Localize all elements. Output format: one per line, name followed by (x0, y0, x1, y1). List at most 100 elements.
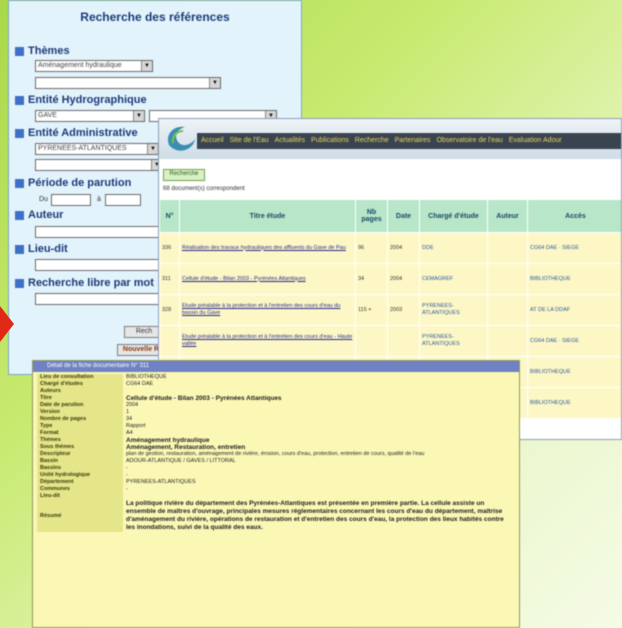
themes-subselect[interactable]: ▼ (35, 77, 221, 89)
column-header: Nb pages (355, 199, 388, 233)
detail-value: - (123, 472, 515, 479)
nav-item[interactable]: Site de l'Eau (230, 137, 269, 144)
table-row[interactable]: 336 Réalisation des travaux hydrauliques … (159, 232, 621, 264)
detail-key: Bassin (37, 458, 123, 465)
section-bullet-icon (15, 46, 24, 56)
cell-acces: CG64 DAE · SIEGE (527, 325, 621, 357)
detail-row: Version 1 (37, 409, 515, 416)
themes-select[interactable]: Aménagement hydraulique ▼ (35, 60, 153, 72)
detail-key: Descripteur (37, 451, 123, 458)
cell-acces: BIBLIOTHEQUE (527, 356, 621, 388)
periode-from-input[interactable] (51, 194, 91, 206)
cell-title[interactable]: Cellule d'étude - Bilan 2003 - Pyrénées … (179, 263, 356, 295)
cell-charge: PYRENEES-ATLANTIQUES (419, 294, 488, 326)
cell-num: 336 (159, 232, 180, 264)
periode-to-input[interactable] (105, 194, 141, 206)
nav-item[interactable]: Actualités (275, 137, 305, 144)
cell-acces: CG64 DAE · SIEGE (527, 232, 621, 264)
detail-row: Lieu de consultation BIBLIOTHEQUE (37, 374, 515, 381)
table-row[interactable]: 311 Cellule d'étude - Bilan 2003 - Pyréné… (159, 263, 621, 295)
cell-date (387, 325, 420, 357)
nav-item[interactable]: Accueil (201, 137, 224, 144)
detail-key: Communes (37, 486, 123, 493)
cell-auteur (487, 325, 528, 357)
detail-row: Nombre de pages 34 (37, 416, 515, 423)
detail-key: Bassins (37, 465, 123, 472)
detail-row: Chargé d'études CG64 DAE (37, 381, 515, 388)
detail-row: Sous thèmes Aménagement, Restauration, en… (37, 444, 515, 451)
cell-auteur (487, 263, 528, 295)
dropdown-arrow-icon: ▼ (144, 63, 150, 69)
top-nav: Accueil Site de l'Eau Actualités Publicatio… (197, 133, 621, 149)
column-header: Chargé d'étude (419, 199, 488, 233)
detail-row: Auteurs (37, 388, 515, 395)
detail-row: Thèmes Aménagement hydraulique (37, 437, 515, 444)
column-header: Accès (527, 199, 621, 233)
detail-row: Résumé La politique rivière du départemen… (37, 500, 515, 532)
detail-value: 34 (123, 416, 515, 423)
detail-key: Version (37, 409, 123, 416)
detail-value: plan de gestion, restauration, aménageme… (123, 451, 515, 458)
nav-item[interactable]: Evaluation Adour (509, 137, 562, 144)
detail-value: La politique rivière du département des … (123, 500, 515, 532)
column-header: N° (159, 199, 180, 233)
detail-value: Cellule d'étude - Bilan 2003 - Pyrénées … (123, 395, 515, 402)
detail-value: - (123, 486, 515, 493)
results-header-row: N° Titre étude Nb pages Date Chargé d'étude A… (159, 199, 621, 233)
nav-item[interactable]: Partenaires (395, 137, 431, 144)
detail-value: - (123, 465, 515, 472)
section-bullet-icon (15, 128, 24, 138)
cell-title[interactable]: Réalisation des travaux hydrauliques des… (179, 232, 356, 264)
detail-key: Titre (37, 395, 123, 402)
entite-admin-subselect[interactable]: ▼ (35, 159, 163, 171)
detail-key: Département (37, 479, 123, 486)
periode-from-label: Du (39, 196, 48, 203)
detail-value: PYRENEES-ATLANTIQUES (123, 479, 515, 486)
nav-item[interactable]: Recherche (355, 137, 389, 144)
detail-key: Résumé (37, 500, 123, 532)
column-header: Date (387, 199, 420, 233)
detail-key: Lieu de consultation (37, 374, 123, 381)
column-header: Titre étude (179, 199, 356, 233)
cell-acces: AT DE LA DDAF (527, 294, 621, 326)
entite-hydro-select[interactable]: GAVE ▼ (35, 110, 145, 122)
cell-charge: CEMAGREF (419, 263, 488, 295)
section-entite-admin: Entité Administrative (15, 127, 138, 139)
new-search-button[interactable]: Recherche (163, 169, 205, 181)
cell-date: 2004 (387, 263, 420, 295)
search-title: Recherche des références (80, 10, 230, 24)
detail-key: Type (37, 423, 123, 430)
cell-title[interactable]: Etude préalable à la protection et à l'e… (179, 294, 356, 326)
cell-num (159, 325, 180, 357)
site-header: Accueil Site de l'Eau Actualités Publicatio… (159, 119, 621, 159)
detail-row: Date de parution 2004 (37, 402, 515, 409)
detail-key: Sous thèmes (37, 444, 123, 451)
cell-acces: BIBLIOTHEQUE (527, 263, 621, 295)
detail-key: Chargé d'études (37, 381, 123, 388)
detail-row: Descripteur plan de gestion, restauration… (37, 451, 515, 458)
red-arrow-icon (0, 306, 14, 342)
section-bullet-icon (15, 244, 24, 254)
detail-value: BIBLIOTHEQUE (123, 374, 515, 381)
section-entite-hydro: Entité Hydrographique (15, 94, 147, 106)
detail-row: Titre Cellule d'étude - Bilan 2003 - Pyré… (37, 395, 515, 402)
nav-item[interactable]: Publications (311, 137, 349, 144)
cell-pages: 96 (355, 232, 388, 264)
entite-admin-select[interactable]: PYRENEES-ATLANTIQUES ▼ (35, 143, 159, 155)
detail-value: 1 (123, 409, 515, 416)
cell-num: 328 (159, 294, 180, 326)
detail-value (123, 493, 515, 500)
section-themes: Thèmes (15, 45, 70, 57)
detail-row: Unité hydrologique - (37, 472, 515, 479)
detail-key: Date de parution (37, 402, 123, 409)
table-row[interactable]: Etude préalable à la protection et à l'e… (159, 325, 621, 357)
result-count: 68 document(s) correspondent (163, 186, 245, 192)
table-row[interactable]: 328 Etude préalable à la protection et à … (159, 294, 621, 326)
cell-date: 2003 (387, 294, 420, 326)
cell-title[interactable]: Etude préalable à la protection et à l'e… (179, 325, 356, 357)
nav-item[interactable]: Observatoire de l'eau (436, 137, 502, 144)
cell-pages: 115 + (355, 294, 388, 326)
cell-charge: DDE (419, 232, 488, 264)
detail-value: A4 (123, 430, 515, 437)
detail-key: Format (37, 430, 123, 437)
